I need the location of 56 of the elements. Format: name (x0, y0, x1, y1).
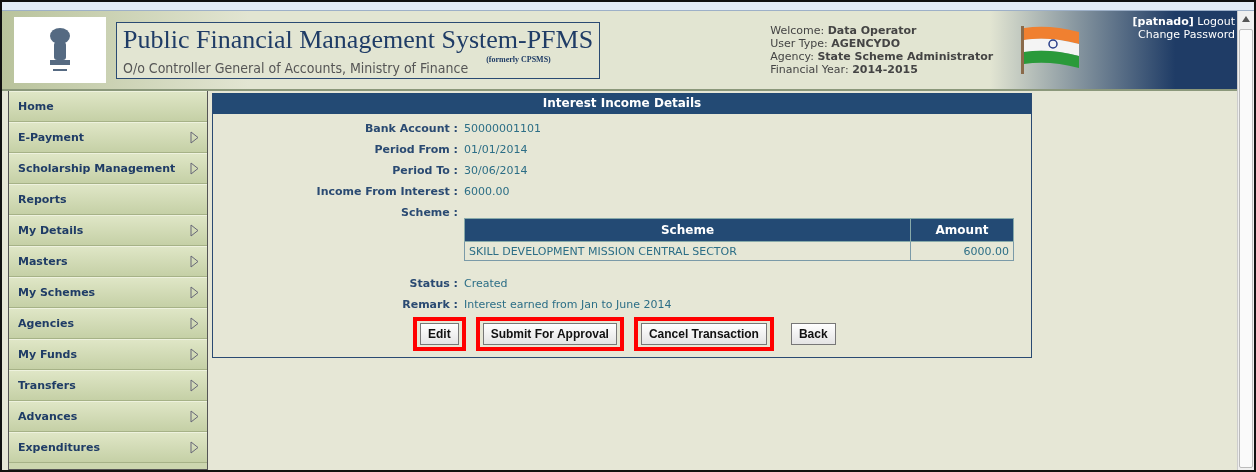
field-value: Interest earned from Jan to June 2014 (464, 298, 673, 311)
sidebar-item[interactable]: Expenditures (9, 432, 207, 463)
action-button[interactable]: Back (790, 323, 836, 345)
arrow-icon (190, 131, 199, 144)
logout-link[interactable]: Logout (1197, 15, 1235, 28)
formerly-note: (formerly CPSMS) (486, 54, 551, 64)
arrow-icon (190, 224, 199, 237)
field-value: 6000.00 (464, 185, 511, 198)
user-info-line: User Type: AGENCYDO (770, 37, 901, 50)
arrow-icon (190, 286, 199, 299)
panel-title: Interest Income Details (213, 93, 1031, 114)
arrow-icon (190, 162, 199, 175)
sidebar-item[interactable]: Advances (9, 401, 207, 432)
field-label: Status : (408, 277, 458, 290)
sidebar-item[interactable]: My Funds (9, 339, 207, 370)
field-label: Remark : (401, 298, 458, 311)
field-value: Created (464, 277, 509, 290)
field-label: Period To : (391, 164, 458, 177)
sidebar-item[interactable]: Masters (9, 246, 207, 277)
scroll-up-icon[interactable] (1242, 16, 1250, 22)
sidebar-item[interactable]: Agencies (9, 308, 207, 339)
sidebar-item[interactable]: E-Payment (9, 122, 207, 153)
field-value: 01/01/2014 (464, 143, 529, 156)
action-button[interactable]: Edit (420, 323, 459, 345)
action-button[interactable]: Cancel Transaction (640, 323, 767, 345)
sidebar-item[interactable]: Reports (9, 184, 207, 215)
table-cell: SKILL DEVELOPMENT MISSION CENTRAL SECTOR (464, 241, 911, 261)
column-header: Scheme (464, 218, 911, 242)
arrow-icon (190, 410, 199, 423)
user-info-line: Welcome: Data Operator (770, 24, 918, 37)
arrow-icon (190, 441, 199, 454)
arrow-icon (190, 348, 199, 361)
sidebar-item[interactable]: My Details (9, 215, 207, 246)
user-info-line: Agency: State Scheme Administrator (770, 50, 994, 63)
action-button[interactable]: Submit For Approval (482, 323, 617, 345)
arrow-icon (190, 255, 199, 268)
site-title: Public Financial Management System-PFMS (123, 24, 594, 55)
field-value: 50000001101 (464, 122, 542, 135)
field-label: Bank Account : (363, 122, 458, 135)
site-subtitle: O/o Controller General of Accounts, Ministry of Finance (123, 59, 469, 76)
arrow-icon (190, 317, 199, 330)
sidebar-item[interactable]: Scholarship Management (9, 153, 207, 184)
table-cell: 6000.00 (910, 241, 1014, 261)
sidebar-item[interactable]: Transfers (9, 370, 207, 401)
username: [patnado] (1132, 15, 1194, 28)
arrow-icon (190, 379, 199, 392)
sidebar-item[interactable]: Home (9, 91, 207, 122)
scrollbar[interactable] (1237, 11, 1254, 470)
field-label: Scheme : (400, 206, 458, 221)
change-password-link[interactable]: Change Password (1138, 28, 1235, 41)
column-header: Amount (910, 218, 1014, 242)
field-value: 30/06/2014 (464, 164, 529, 177)
user-info-line: Financial Year: 2014-2015 (770, 63, 919, 76)
sidebar-item[interactable]: My Schemes (9, 277, 207, 308)
field-label: Period From : (373, 143, 458, 156)
field-label: Income From Interest : (315, 185, 458, 198)
